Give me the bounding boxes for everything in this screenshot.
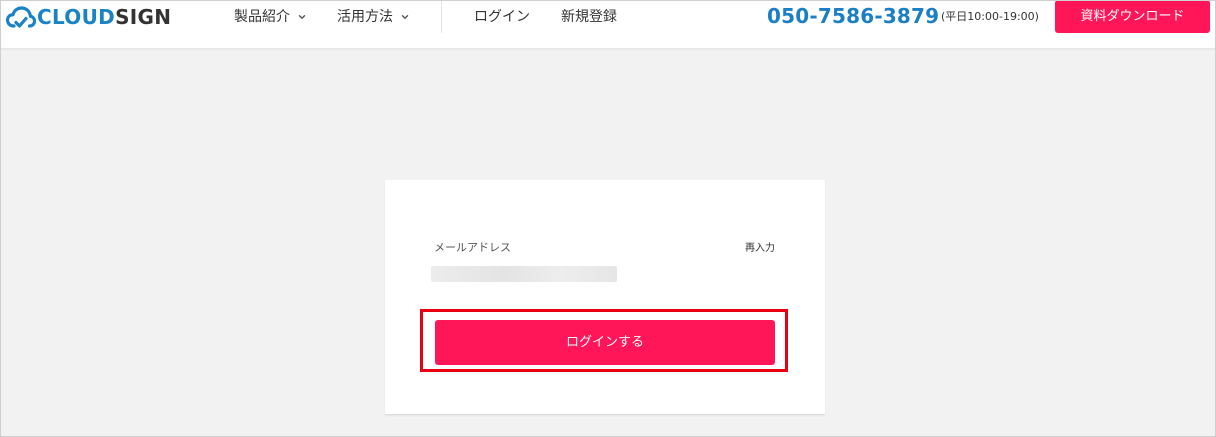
- email-value-redacted: [431, 266, 617, 282]
- chevron-down-icon: [298, 15, 306, 19]
- logo-text-cloud: CLOUD: [37, 5, 116, 29]
- logo-text-sign: SIGN: [115, 5, 172, 29]
- cloudsign-logo[interactable]: CLOUDSIGN: [6, 5, 171, 29]
- nav-signup-label: 新規登録: [561, 9, 617, 25]
- login-card: メールアドレス 再入力 ログインする: [385, 180, 825, 415]
- reenter-link[interactable]: 再入力: [745, 241, 775, 257]
- nav-login-label: ログイン: [474, 9, 530, 25]
- nav-signup-link[interactable]: 新規登録: [561, 6, 617, 28]
- nav-usage-label: 活用方法: [337, 9, 393, 25]
- email-label: メールアドレス: [434, 241, 511, 254]
- nav-product-info[interactable]: 製品紹介: [234, 6, 307, 28]
- login-submit-button[interactable]: ログインする: [435, 320, 775, 365]
- download-materials-button[interactable]: 資料ダウンロード: [1055, 0, 1210, 33]
- nav-usage[interactable]: 活用方法: [337, 6, 410, 28]
- nav-product-info-label: 製品紹介: [234, 9, 290, 25]
- nav-login-link[interactable]: ログイン: [474, 6, 530, 28]
- business-hours: (平日10:00-19:00): [941, 10, 1039, 23]
- logo-wordmark: CLOUDSIGN: [37, 5, 171, 29]
- phone-number[interactable]: 050-7586-3879: [767, 2, 939, 30]
- nav-divider: [441, 0, 442, 33]
- chevron-down-icon: [401, 15, 409, 19]
- cloud-logo-icon: [6, 6, 36, 28]
- site-header: CLOUDSIGN 製品紹介 活用方法 ログイン 新規登録 050-7586-3…: [0, 0, 1216, 49]
